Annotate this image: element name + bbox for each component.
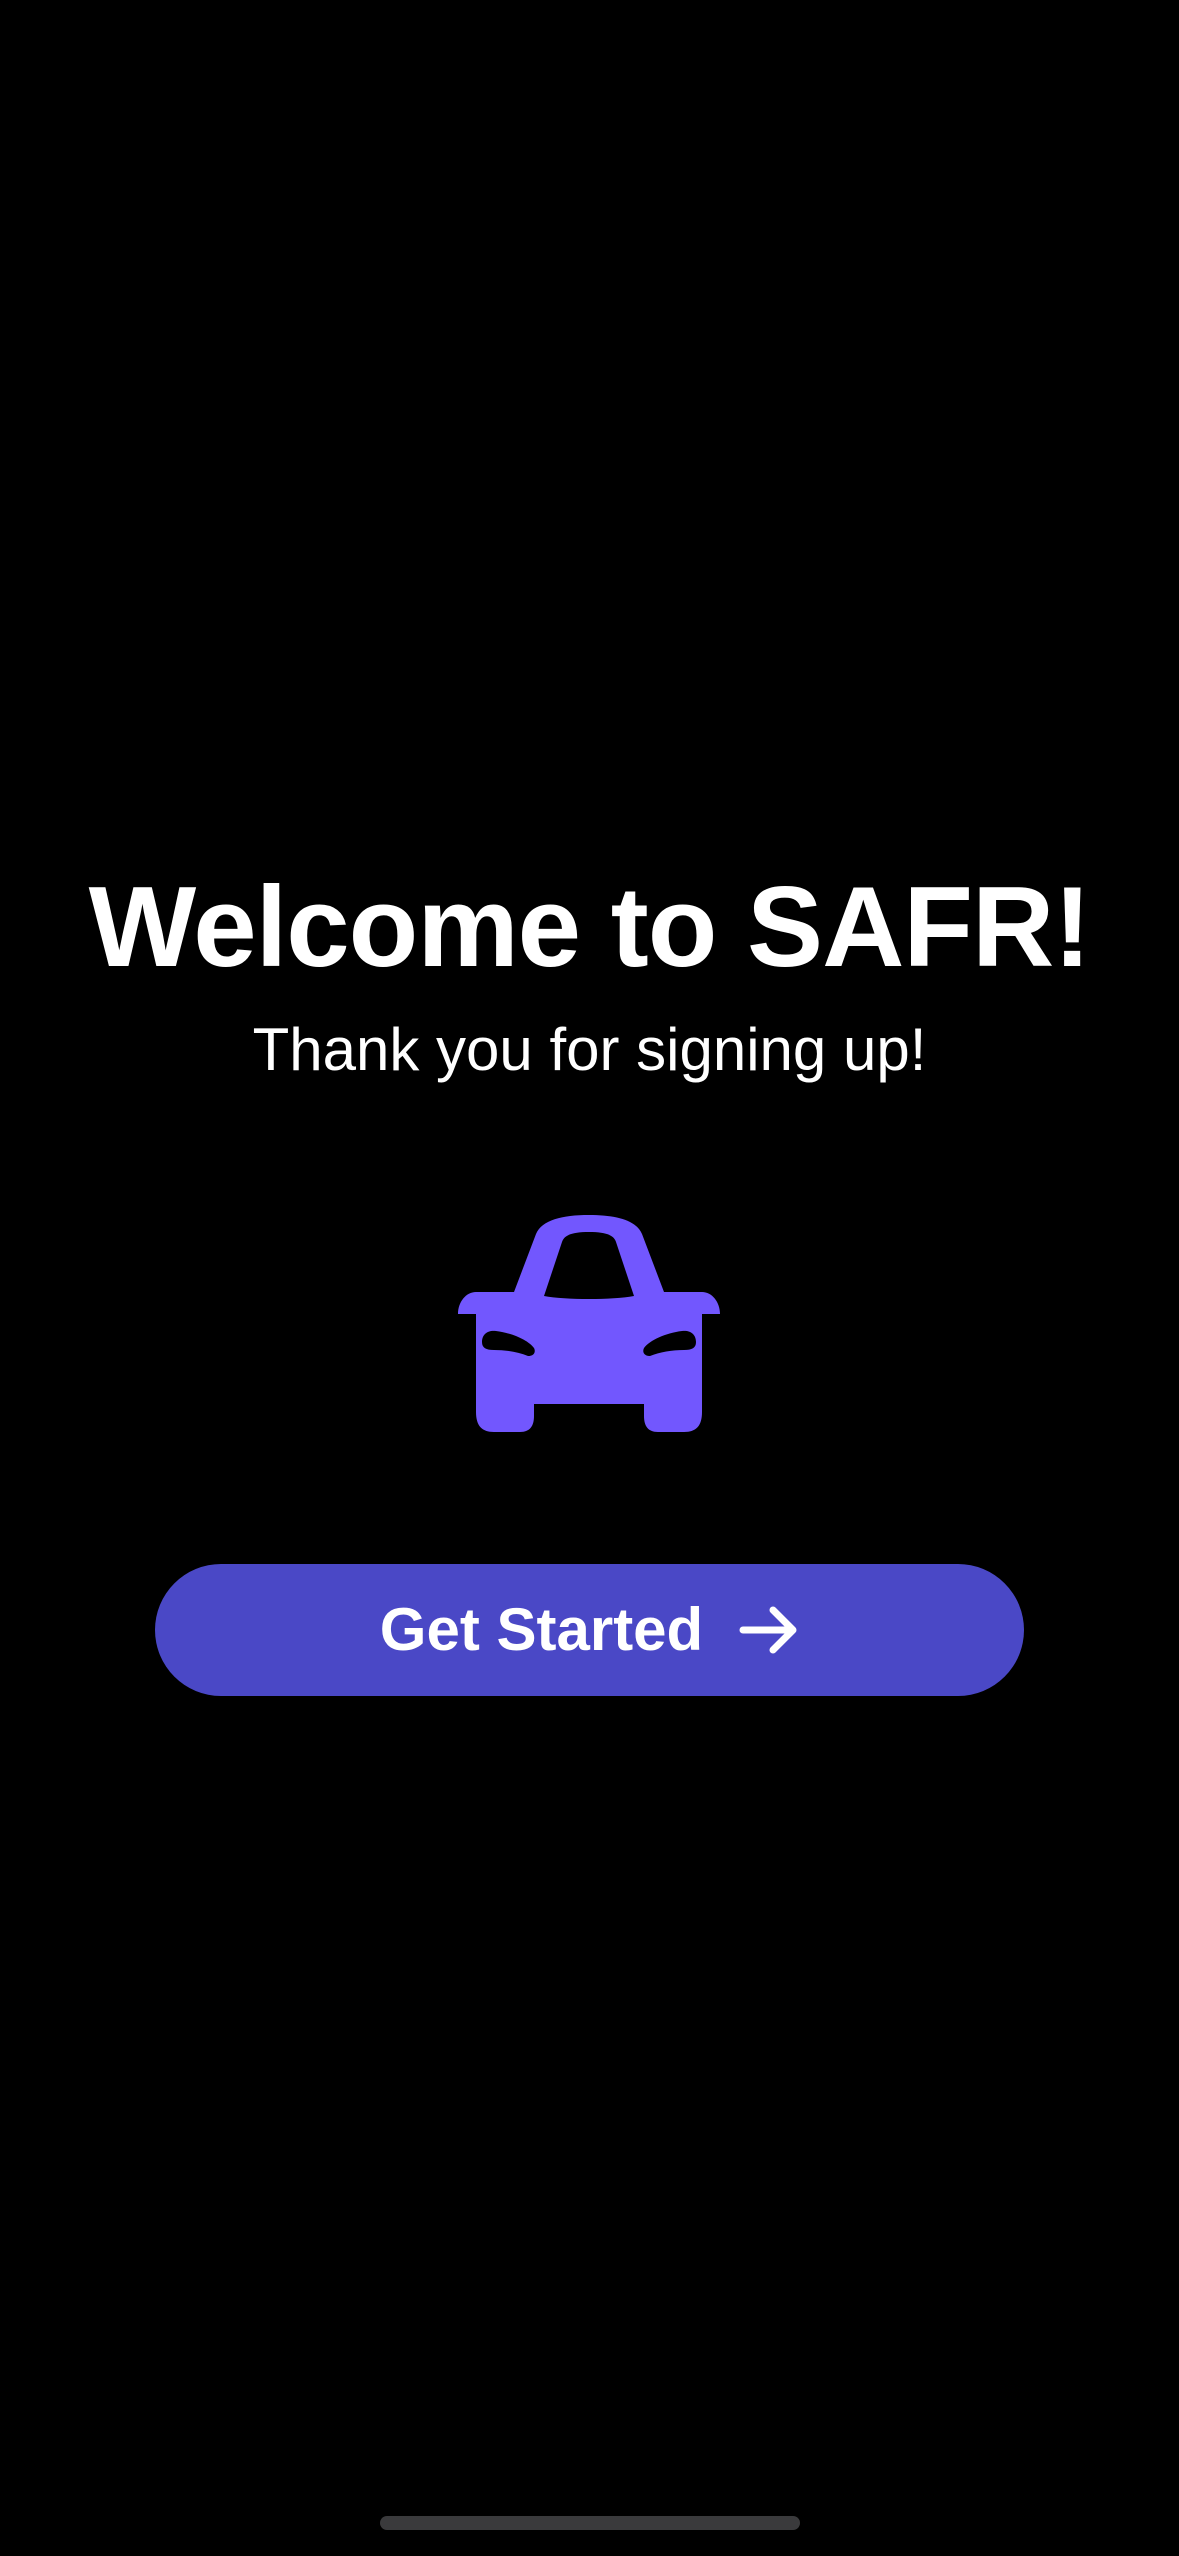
welcome-title: Welcome to SAFR! — [88, 864, 1092, 991]
get-started-label: Get Started — [379, 1596, 704, 1663]
home-indicator[interactable] — [380, 2516, 800, 2530]
car-icon — [452, 1212, 726, 1436]
arrow-right-icon — [739, 1605, 799, 1655]
welcome-screen: Welcome to SAFR! Thank you for signing u… — [0, 0, 1179, 2556]
get-started-button[interactable]: Get Started — [155, 1564, 1024, 1696]
welcome-subtitle: Thank you for signing up! — [252, 1016, 927, 1083]
